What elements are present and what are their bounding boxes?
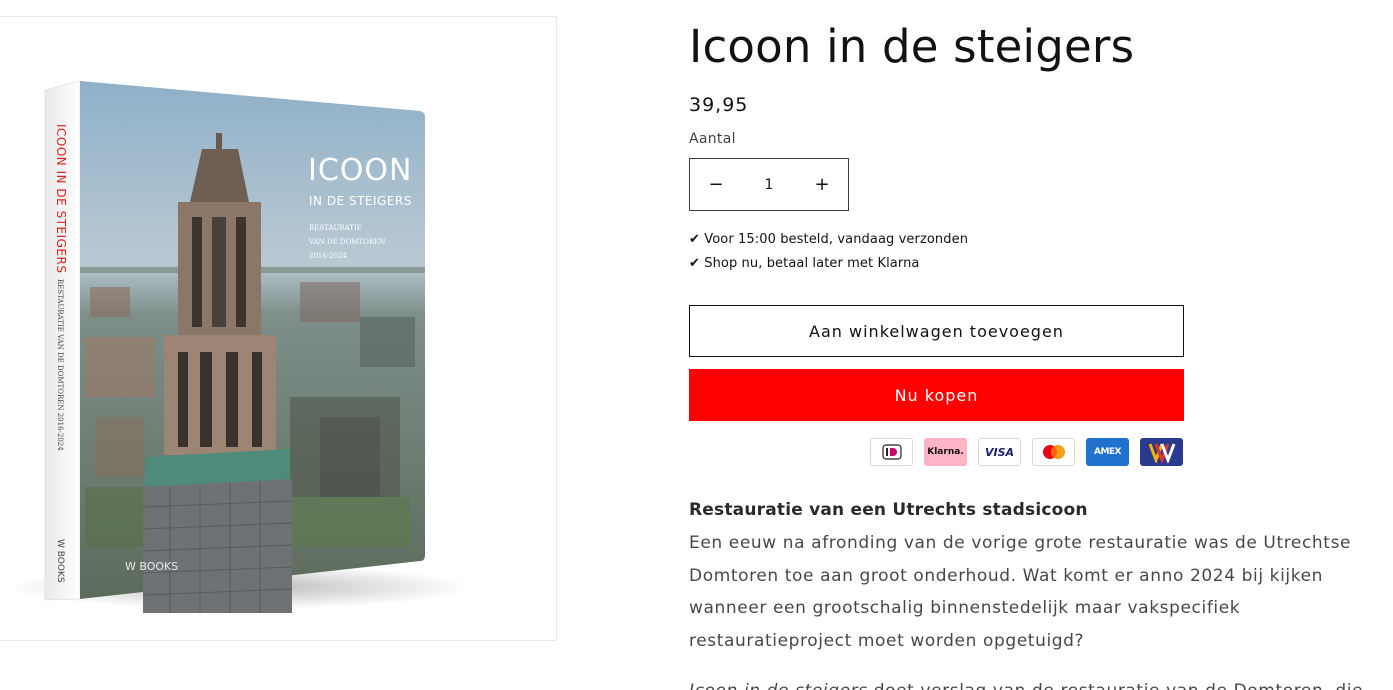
product-media[interactable]: ICOON IN DE STEIGERS RESTAURATIE VAN DE … xyxy=(0,16,557,641)
description-paragraph-2-text: doet verslag van de restauratie van de D… xyxy=(868,681,1363,690)
cover-subtitle: IN DE STEIGERS xyxy=(309,194,412,208)
usp-klarna: ✔ Shop nu, betaal later met Klarna xyxy=(689,256,920,271)
cover-line2: VAN DE DOMTOREN xyxy=(308,238,385,246)
book-cover-image: ICOON IN DE STEIGERS RESTAURATIE VAN DE … xyxy=(10,80,470,613)
spine-title: ICOON IN DE STEIGERS xyxy=(54,124,68,273)
cover-line3: 2016-2024 xyxy=(309,252,348,260)
description-book-title: Icoon in de steigers xyxy=(689,681,868,690)
increase-quantity-button[interactable]: + xyxy=(796,159,848,210)
ideal-icon xyxy=(870,438,913,466)
buy-now-button[interactable]: Nu kopen xyxy=(689,369,1184,421)
spine-publisher: W BOOKS xyxy=(55,539,65,583)
amex-icon: AMEX xyxy=(1086,438,1129,466)
usp-shipping: ✔ Voor 15:00 besteld, vandaag verzonden xyxy=(689,232,969,247)
cover-line1: RESTAURATIE xyxy=(309,224,362,232)
quantity-stepper: − + xyxy=(689,158,849,211)
spine-subtitle: RESTAURATIE VAN DE DOMTOREN 2016-2024 xyxy=(56,279,64,451)
product-title: Icoon in de steigers xyxy=(689,20,1135,73)
mastercard-icon xyxy=(1032,438,1075,466)
add-to-cart-button[interactable]: Aan winkelwagen toevoegen xyxy=(689,305,1184,357)
quantity-input[interactable] xyxy=(742,159,796,210)
description-heading: Restauratie van een Utrechts stadsicoon xyxy=(689,500,1088,520)
visa-icon: VISA xyxy=(978,438,1021,466)
cover-title: ICOON xyxy=(308,153,412,188)
product-price: 39,95 xyxy=(689,94,749,116)
vvv-icon xyxy=(1140,438,1183,466)
description-paragraph-2: Icoon in de steigers doet verslag van de… xyxy=(689,675,1389,690)
quantity-label: Aantal xyxy=(689,131,736,147)
klarna-icon: Klarna. xyxy=(924,438,967,466)
description-paragraph: Een eeuw na afronding van de vorige grot… xyxy=(689,533,1352,651)
decrease-quantity-button[interactable]: − xyxy=(690,159,742,210)
payment-icons: Klarna. VISA AMEX xyxy=(870,438,1183,466)
cover-publisher: W BOOKS xyxy=(125,560,178,573)
